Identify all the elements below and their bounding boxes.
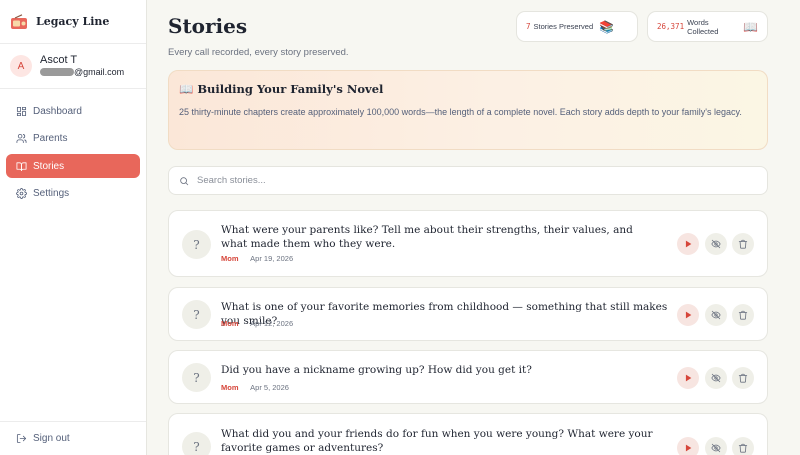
book-icon <box>16 161 27 171</box>
play-button[interactable] <box>677 367 699 389</box>
story-actions <box>677 437 760 455</box>
avatar: A <box>10 55 32 77</box>
stories-count: 7 <box>526 22 531 31</box>
sidebar: Legacy Line A Ascot T @gmail.com Dashboa… <box>0 0 147 455</box>
story-parent: Mom <box>221 383 239 392</box>
stories-preserved-stat: 7 Stories Preserved 📚 <box>516 11 638 42</box>
words-collected-stat: 26,371 Words Collected 📖 <box>647 11 768 42</box>
eye-off-icon <box>710 443 721 453</box>
delete-button[interactable] <box>732 437 754 455</box>
user-email: @gmail.com <box>40 66 124 78</box>
gear-icon <box>16 188 27 199</box>
sidebar-item-dashboard[interactable]: Dashboard <box>6 99 140 123</box>
radio-logo-icon <box>11 13 27 29</box>
story-meta: Mom Apr 19, 2026 <box>221 254 293 263</box>
story-card[interactable]: ? What did you and your friends do for f… <box>168 413 768 455</box>
story-meta: Mom Apr 12, 2026 <box>221 319 293 328</box>
sidebar-item-label: Dashboard <box>33 105 82 117</box>
stories-label: Stories Preserved <box>533 22 594 31</box>
sign-out-label: Sign out <box>33 433 70 444</box>
story-question: Did you have a nickname growing up? How … <box>221 364 532 376</box>
users-icon <box>16 133 27 144</box>
sidebar-nav: Dashboard Parents Stories Settings <box>0 89 146 206</box>
story-actions <box>677 367 760 389</box>
play-icon <box>685 240 692 248</box>
delete-button[interactable] <box>732 304 754 326</box>
story-question: What were your parents like? Tell me abo… <box>221 224 633 250</box>
search-bar[interactable] <box>168 166 768 195</box>
story-actions <box>677 233 760 255</box>
story-parent: Mom <box>221 319 239 328</box>
search-input[interactable] <box>197 175 757 186</box>
books-icon: 📚 <box>599 19 615 34</box>
user-name: Ascot T <box>40 54 78 66</box>
page-subtitle: Every call recorded, every story preserv… <box>168 47 349 58</box>
question-mark-icon: ? <box>182 432 211 455</box>
story-meta: Mom Apr 5, 2026 <box>221 383 289 392</box>
trash-icon <box>738 373 748 383</box>
brand[interactable]: Legacy Line <box>0 0 146 44</box>
play-icon <box>685 444 692 452</box>
words-label: Words Collected <box>687 17 719 36</box>
eye-off-icon <box>710 373 721 383</box>
banner-text: 25 thirty-minute chapters create approxi… <box>179 107 742 117</box>
sidebar-item-parents[interactable]: Parents <box>6 127 140 151</box>
delete-button[interactable] <box>732 367 754 389</box>
story-date: Apr 12, 2026 <box>250 319 294 328</box>
main-content: Stories Every call recorded, every story… <box>168 0 768 455</box>
story-card[interactable]: ? Did you have a nickname growing up? Ho… <box>168 350 768 404</box>
hide-button[interactable] <box>704 233 727 255</box>
trash-icon <box>738 239 748 249</box>
play-icon <box>685 311 692 319</box>
hide-button[interactable] <box>704 367 727 389</box>
words-count: 26,371 <box>657 22 685 31</box>
question-mark-icon: ? <box>182 363 211 392</box>
sidebar-item-label: Parents <box>33 133 68 144</box>
story-card[interactable]: ? What were your parents like? Tell me a… <box>168 210 768 277</box>
user-email-domain: @gmail.com <box>74 67 125 77</box>
play-button[interactable] <box>677 437 699 455</box>
banner-title: 📖 Building Your Family's Novel <box>179 82 384 96</box>
question-mark-icon: ? <box>182 300 211 329</box>
story-actions <box>677 304 760 326</box>
sign-out-button[interactable]: Sign out <box>0 421 146 455</box>
dashboard-icon <box>16 106 27 116</box>
trash-icon <box>738 310 748 320</box>
novel-progress-banner: 📖 Building Your Family's Novel 25 thirty… <box>168 70 768 150</box>
search-icon <box>180 176 189 185</box>
sidebar-item-label: Stories <box>33 160 65 172</box>
story-date: Apr 19, 2026 <box>250 254 294 263</box>
user-profile[interactable]: A Ascot T @gmail.com <box>0 44 146 89</box>
eye-off-icon <box>710 239 721 249</box>
redacted-email-block <box>40 68 74 76</box>
hide-button[interactable] <box>704 304 727 326</box>
open-book-icon: 📖 <box>743 19 758 34</box>
hide-button[interactable] <box>704 437 727 455</box>
story-card[interactable]: ? What is one of your favorite memories … <box>168 287 768 341</box>
play-icon <box>685 374 692 382</box>
sign-out-icon <box>16 433 27 444</box>
delete-button[interactable] <box>732 233 754 255</box>
question-mark-icon: ? <box>182 230 211 259</box>
play-button[interactable] <box>677 233 699 255</box>
sidebar-item-label: Settings <box>33 188 70 199</box>
page-title: Stories <box>168 14 248 38</box>
eye-off-icon <box>710 310 721 320</box>
story-parent: Mom <box>221 254 239 263</box>
story-date: Apr 5, 2026 <box>250 383 289 392</box>
play-button[interactable] <box>677 304 699 326</box>
sidebar-item-stories[interactable]: Stories <box>6 154 140 178</box>
story-question: What did you and your friends do for fun… <box>221 428 653 454</box>
sidebar-item-settings[interactable]: Settings <box>6 182 140 206</box>
app-name: Legacy Line <box>36 15 110 28</box>
trash-icon <box>738 443 748 453</box>
